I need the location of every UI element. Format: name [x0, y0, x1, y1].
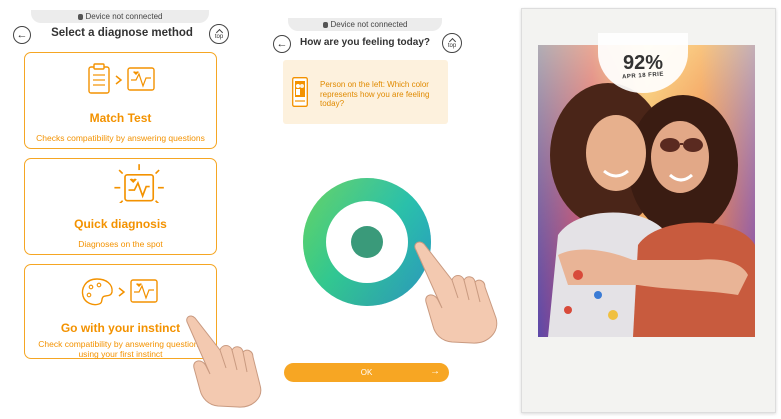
- question-text: Person on the left: Which color represen…: [320, 80, 430, 108]
- ok-label: OK: [360, 368, 373, 377]
- instinct-icon: [81, 278, 158, 306]
- scroll-top-button[interactable]: top: [442, 33, 462, 53]
- device-icon: [77, 13, 83, 20]
- card-description: Checks compatibility by answering questi…: [36, 133, 205, 143]
- method-card-quick-diagnosis[interactable]: Quick diagnosis Diagnoses on the spot: [24, 158, 217, 255]
- arrow-right-icon: →: [430, 366, 440, 377]
- method-card-match-test[interactable]: Match Test Checks compatibility by answe…: [24, 52, 217, 149]
- card-title: Quick diagnosis: [74, 217, 167, 231]
- card-title: Match Test: [89, 111, 152, 125]
- hand-pointer-image: [414, 241, 498, 344]
- device-status-text: Device not connected: [85, 12, 163, 21]
- device-status-bar: Device not connected: [31, 10, 209, 23]
- arrow-left-icon: ←: [276, 37, 288, 50]
- arrow-left-icon: ←: [16, 28, 28, 41]
- hand-pointer-image: [186, 315, 262, 408]
- ok-button[interactable]: OK →: [284, 363, 449, 382]
- page-title: Select a diagnose method: [51, 27, 193, 39]
- device-status-bar: Device not connected: [288, 18, 442, 31]
- wheel-center-swatch: [351, 226, 383, 258]
- back-button[interactable]: ←: [13, 26, 31, 44]
- match-test-icon: [88, 63, 155, 94]
- page-title: How are you feeling today?: [299, 37, 431, 48]
- quick-diagnosis-icon: [114, 164, 164, 203]
- question-box: Person on the left: Which color represen…: [283, 60, 448, 124]
- device-icon: [322, 21, 328, 28]
- back-button[interactable]: ←: [273, 35, 291, 53]
- scroll-top-button[interactable]: top: [209, 24, 229, 44]
- person-left-icon: [292, 77, 308, 107]
- card-description: Diagnoses on the spot: [78, 239, 163, 249]
- device-status-text: Device not connected: [330, 20, 408, 29]
